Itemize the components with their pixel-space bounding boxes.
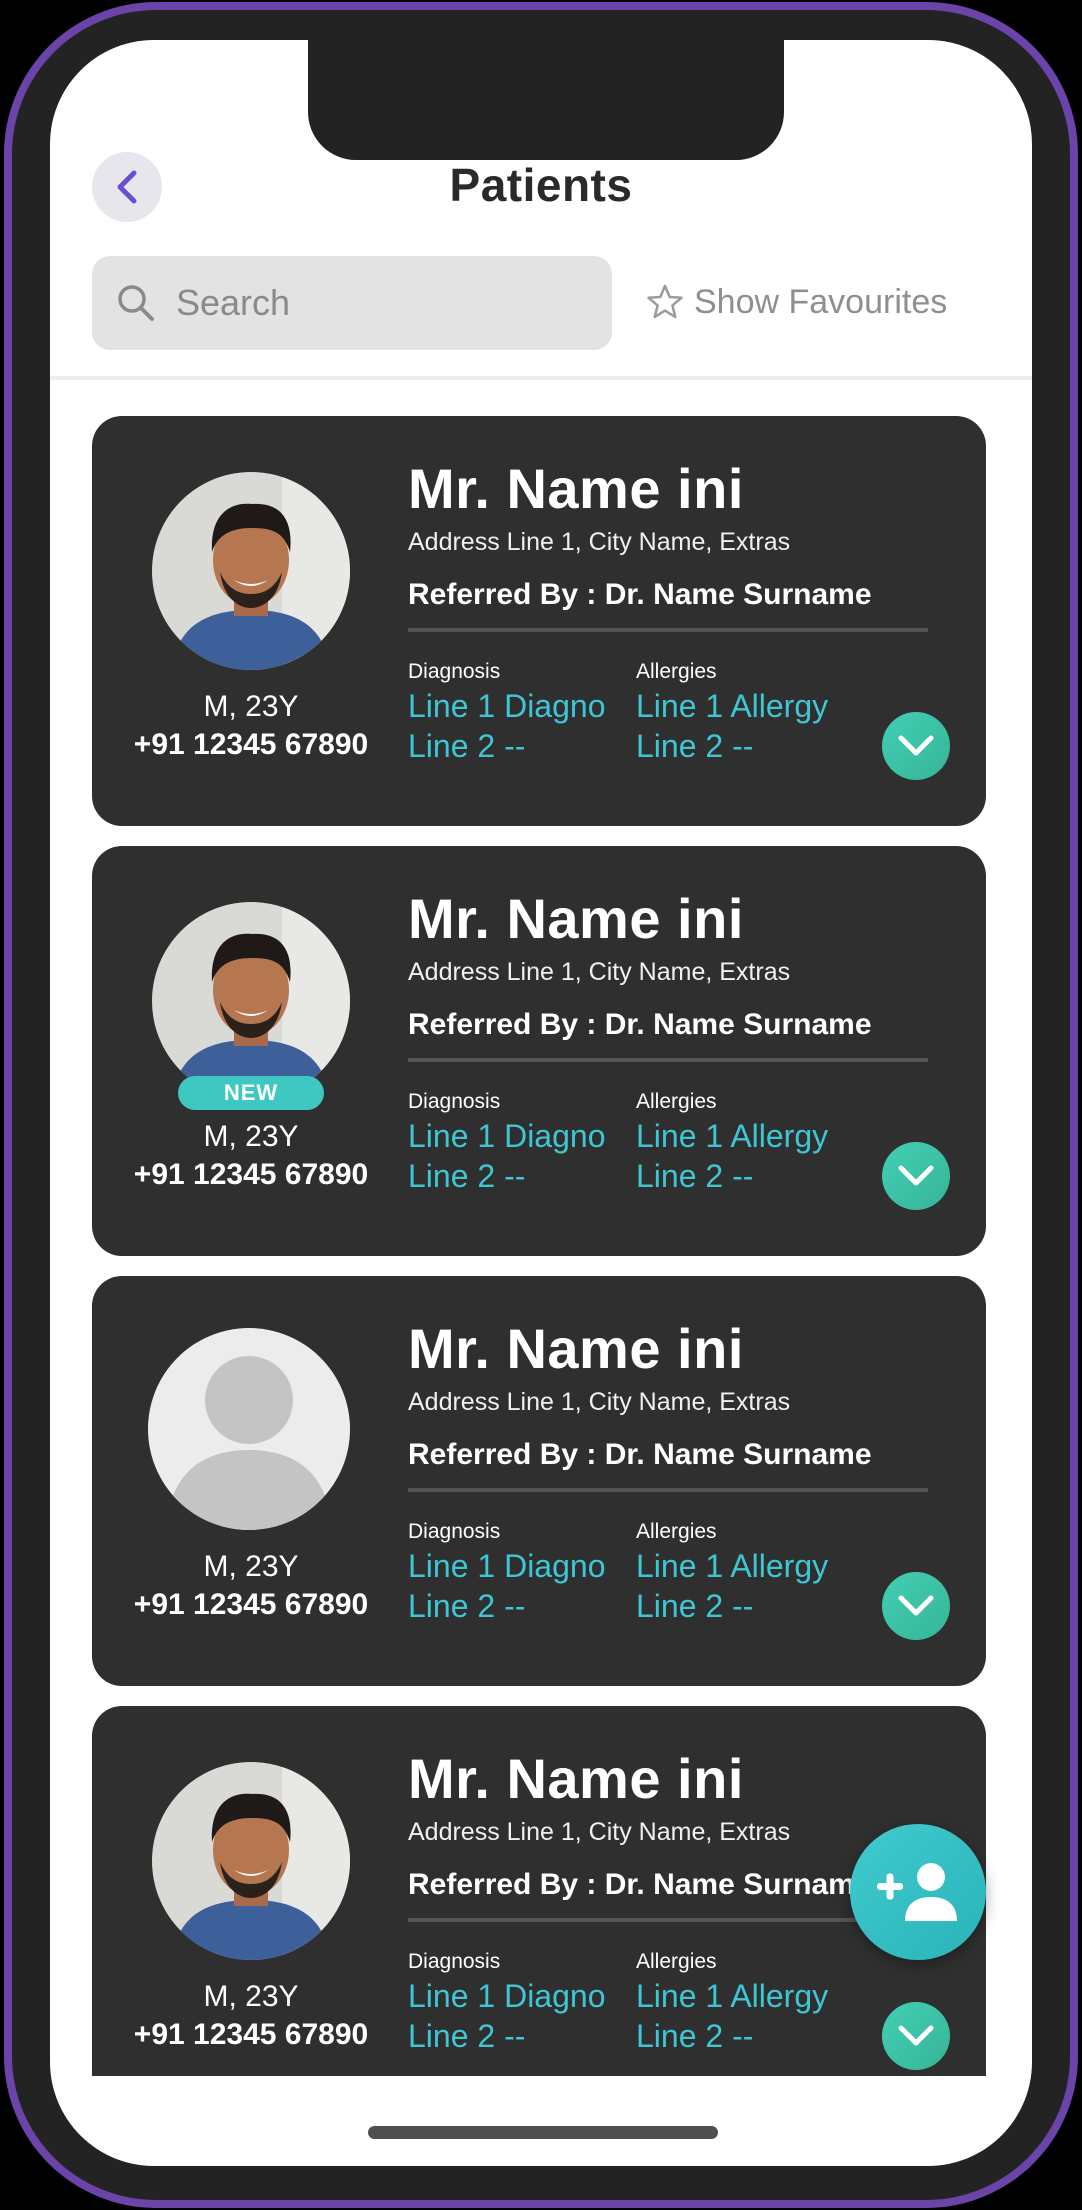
add-patient-button[interactable]: [850, 1824, 986, 1960]
diagnosis-line-1: Line 1 Diagno: [408, 1548, 606, 1584]
new-badge: NEW: [178, 1076, 324, 1110]
diagnosis-label: Diagnosis: [408, 1090, 501, 1113]
show-favourites-label: Show Favourites: [694, 282, 948, 321]
expand-button[interactable]: [882, 1572, 950, 1640]
device-notch: [308, 40, 784, 160]
diagnosis-line-1: Line 1 Diagno: [408, 688, 606, 724]
patient-gender-age: M, 23Y: [203, 690, 299, 723]
allergies-label: Allergies: [636, 1520, 717, 1543]
allergy-line-1: Line 1 Allergy: [636, 1118, 829, 1154]
patient-card[interactable]: M, 23Y +91 12345 67890 Mr. Name ini Addr…: [92, 416, 986, 826]
patient-referred-by: Referred By : Dr. Name Surname: [408, 578, 872, 611]
chevron-down-icon: [898, 2025, 934, 2046]
show-favourites-toggle[interactable]: Show Favourites: [646, 276, 947, 328]
patient-card[interactable]: M, 23Y +91 12345 67890 Mr. Name ini Addr…: [92, 1276, 986, 1686]
chevron-down-icon: [898, 1595, 934, 1616]
header-divider: [50, 376, 1032, 380]
search-input[interactable]: [174, 281, 578, 325]
add-user-icon: [877, 1863, 957, 1921]
patient-card[interactable]: NEW M, 23Y +91 12345 67890 Mr. Name ini …: [92, 846, 986, 1256]
patient-gender-age: M, 23Y: [203, 1980, 299, 2013]
diagnosis-label: Diagnosis: [408, 1950, 501, 1973]
diagnosis-line-1: Line 1 Diagno: [408, 1118, 606, 1154]
patient-address: Address Line 1, City Name, Extras: [408, 1388, 791, 1416]
patient-address: Address Line 1, City Name, Extras: [408, 958, 791, 986]
person-photo-icon: [152, 1762, 350, 1960]
card-divider: [408, 628, 928, 632]
expand-button[interactable]: [882, 1142, 950, 1210]
allergies-label: Allergies: [636, 1950, 717, 1973]
diagnosis-line-2: Line 2 --: [408, 1588, 526, 1624]
patient-gender-age: M, 23Y: [203, 1550, 299, 1583]
patient-avatar: [152, 472, 350, 670]
patient-name: Mr. Name ini: [408, 457, 744, 520]
expand-button[interactable]: [882, 2002, 950, 2070]
patient-name: Mr. Name ini: [408, 1747, 744, 1810]
patient-avatar-placeholder: [148, 1328, 350, 1530]
patient-phone: +91 12345 67890: [133, 2018, 369, 2051]
allergy-line-1: Line 1 Allergy: [636, 1978, 829, 2014]
chevron-down-icon: [898, 1165, 934, 1186]
person-photo-icon: [152, 902, 350, 1100]
patient-phone: +91 12345 67890: [133, 1158, 369, 1191]
diagnosis-line-2: Line 2 --: [408, 1158, 526, 1194]
star-outline-icon: [647, 284, 683, 319]
patient-name: Mr. Name ini: [408, 887, 744, 950]
allergy-line-2: Line 2 --: [636, 2018, 754, 2054]
home-indicator[interactable]: [368, 2126, 718, 2139]
patient-referred-by: Referred By : Dr. Name Surname: [408, 1868, 872, 1901]
search-bar[interactable]: [92, 256, 612, 350]
chevron-down-icon: [898, 735, 934, 756]
allergy-line-1: Line 1 Allergy: [636, 1548, 829, 1584]
patient-phone: +91 12345 67890: [133, 728, 369, 761]
diagnosis-label: Diagnosis: [408, 1520, 501, 1543]
person-placeholder-icon: [166, 1356, 332, 1530]
patient-name: Mr. Name ini: [408, 1317, 744, 1380]
allergy-line-2: Line 2 --: [636, 728, 754, 764]
allergies-label: Allergies: [636, 660, 717, 683]
diagnosis-line-2: Line 2 --: [408, 728, 526, 764]
page-title: Patients: [449, 159, 633, 211]
diagnosis-line-1: Line 1 Diagno: [408, 1978, 606, 2014]
diagnosis-label: Diagnosis: [408, 660, 501, 683]
diagnosis-line-2: Line 2 --: [408, 2018, 526, 2054]
patient-referred-by: Referred By : Dr. Name Surname: [408, 1008, 872, 1041]
card-divider: [408, 1918, 928, 1922]
patient-list: M, 23Y +91 12345 67890 Mr. Name ini Addr…: [92, 416, 986, 2076]
allergy-line-2: Line 2 --: [636, 1588, 754, 1624]
allergy-line-2: Line 2 --: [636, 1158, 754, 1194]
patient-address: Address Line 1, City Name, Extras: [408, 528, 791, 556]
person-photo-icon: [152, 472, 350, 670]
search-icon: [118, 285, 154, 321]
patient-avatar: [152, 902, 350, 1100]
patient-avatar: [152, 1762, 350, 1960]
patient-phone: +91 12345 67890: [133, 1588, 369, 1621]
patient-referred-by: Referred By : Dr. Name Surname: [408, 1438, 872, 1471]
app-screen: Patients Show Favourites: [50, 40, 1032, 2166]
expand-button[interactable]: [882, 712, 950, 780]
patient-address: Address Line 1, City Name, Extras: [408, 1818, 791, 1846]
patient-gender-age: M, 23Y: [203, 1120, 299, 1153]
allergies-label: Allergies: [636, 1090, 717, 1113]
card-divider: [408, 1488, 928, 1492]
card-divider: [408, 1058, 928, 1062]
allergy-line-1: Line 1 Allergy: [636, 688, 829, 724]
